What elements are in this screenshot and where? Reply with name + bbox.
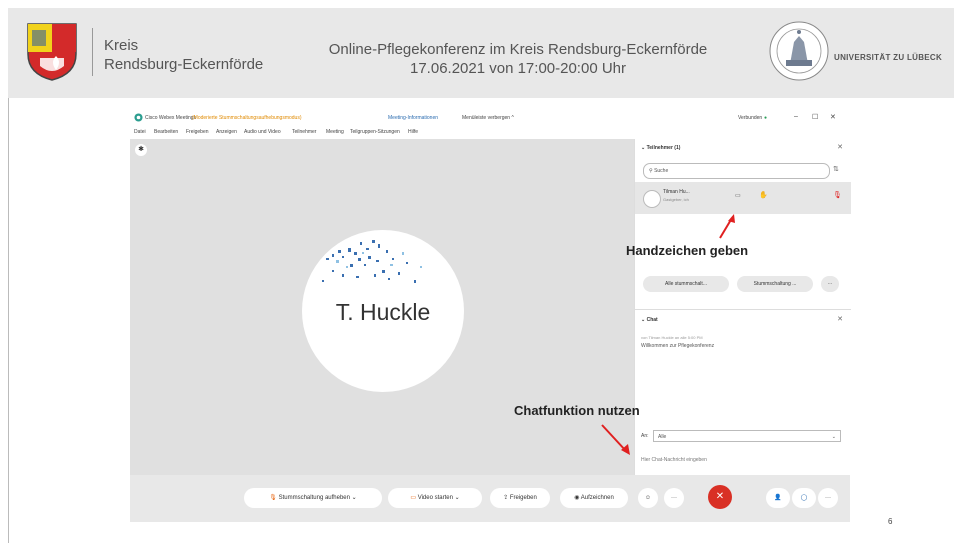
chat-to-label: An: (641, 433, 649, 439)
search-placeholder: Suche (654, 168, 669, 174)
chat-message-text: Willkommen zur Pflegekonferenz (641, 343, 715, 349)
raise-hand-icon[interactable]: ✋ (759, 191, 768, 199)
video-stage: ✱ T. Huckle (130, 139, 634, 475)
reactions-button[interactable]: ☺ (638, 488, 658, 508)
participant-avatar: T. Huckle (302, 230, 464, 392)
meeting-control-bar: 🎙 Stummschaltung aufheben ⌄ ▭ Video star… (130, 475, 850, 522)
panel-divider (635, 309, 851, 310)
university-name: UNIVERSITÄT ZU LÜBECK (834, 53, 943, 62)
conference-title: Online-Pflegekonferenz im Kreis Rendsbur… (328, 41, 708, 58)
ellipsis-icon: ··· (825, 495, 831, 501)
side-panel: ⌄ Teilnehmer (1) ✕ ⚲ Suche ⇅ Tilman Hu..… (634, 139, 851, 475)
chevron-down-icon: ⌄ (454, 495, 460, 501)
share-label: Freigeben (509, 495, 537, 501)
participants-panel-title: ⌄ Teilnehmer (1) (641, 145, 681, 151)
chat-title-text: Chat (646, 317, 658, 323)
menu-bar: Datei Bearbeiten Freigeben Anzeigen Audi… (130, 125, 850, 139)
unmute-all-button[interactable]: Stummschaltung ... (737, 276, 813, 292)
participant-display-name: T. Huckle (335, 299, 431, 325)
title-bar: Cisco Webex Meetings (Moderierte Stummsc… (130, 110, 850, 125)
webex-window: Cisco Webex Meetings (Moderierte Stummsc… (130, 110, 851, 522)
panel-more-button[interactable]: ··· (818, 488, 838, 508)
district-line-1: Kreis (104, 37, 139, 54)
start-video-button[interactable]: ▭ Video starten ⌄ (388, 488, 482, 508)
smiley-icon: ☺ (644, 495, 652, 501)
connection-status: Verbunden (738, 115, 763, 121)
chat-toggle-button[interactable]: ◯ (792, 488, 816, 508)
slide-header: Kreis Rendsburg-Eckernförde Online-Pfleg… (8, 8, 954, 98)
participant-video-icon: ▭ (735, 193, 741, 199)
menu-help[interactable]: Hilfe (408, 129, 418, 135)
share-icon: ⇪ (503, 495, 509, 501)
chat-bubble-icon: ◯ (800, 495, 808, 501)
menu-participants[interactable]: Teilnehmer (292, 129, 316, 135)
menu-breakout[interactable]: Teilgruppen-Sitzungen (350, 129, 400, 135)
conference-date: 17.06.2021 von 17:00-20:00 Uhr (410, 60, 626, 77)
district-line-2: Rendsburg-Eckernförde (104, 56, 264, 73)
menu-meeting[interactable]: Meeting (326, 129, 344, 135)
meeting-info-button[interactable]: Meeting-Informationen (388, 115, 438, 121)
ellipsis-icon: ··· (671, 495, 677, 501)
unmute-label: Stummschaltung aufheben (278, 495, 350, 501)
maximize-button[interactable]: ☐ (812, 113, 818, 121)
participant-search-input[interactable]: ⚲ Suche (643, 163, 830, 179)
search-icon: ⚲ (649, 168, 653, 174)
video-off-icon: ▭ (410, 495, 417, 501)
coat-of-arms-icon (27, 23, 77, 81)
chevron-down-icon: ⌄ (351, 495, 357, 501)
person-icon: 👤 (774, 495, 782, 501)
chat-message-meta: von Tilman Huckle an alle 5:00 PM (641, 335, 703, 340)
pin-icon[interactable]: ✱ (135, 144, 147, 156)
sort-icon[interactable]: ⇅ (833, 165, 839, 173)
hide-menu-button[interactable]: Menüleiste verbergen ^ (462, 115, 514, 121)
mute-all-button[interactable]: Alle stummschalt... (643, 276, 729, 292)
close-window-button[interactable]: ✕ (830, 113, 836, 121)
raise-hand-annotation: Handzeichen geben (626, 243, 749, 258)
start-video-label: Video starten (417, 495, 453, 501)
participant-row[interactable]: Tilman Hu... Gastgeber, ich ▭ ✋ 🎙 (635, 182, 851, 214)
close-participants-icon[interactable]: ✕ (837, 143, 843, 151)
participant-mic-muted-icon[interactable]: 🎙 (833, 191, 842, 199)
minimize-button[interactable]: – (794, 113, 798, 120)
participant-role: Gastgeber, ich (663, 197, 689, 202)
chevron-down-icon: ⌄ (831, 434, 836, 440)
chat-panel-title: ⌄ Chat (641, 317, 658, 323)
participants-toggle-button[interactable]: 👤 (766, 488, 790, 508)
microphone-muted-icon: 🎙 (269, 495, 277, 501)
close-chat-icon[interactable]: ✕ (837, 315, 843, 323)
menu-audio-video[interactable]: Audio und Video (244, 129, 281, 135)
header-divider (92, 28, 93, 76)
chat-recipient-value: Alle (658, 434, 667, 440)
chat-recipient-select[interactable]: Alle ⌄ (653, 430, 841, 442)
district-name: Kreis Rendsburg-Eckernförde (104, 36, 263, 74)
menu-view[interactable]: Anzeigen (216, 129, 237, 135)
chat-function-annotation: Chatfunktion nutzen (514, 403, 640, 418)
end-meeting-button[interactable]: ✕ (708, 485, 732, 509)
menu-edit[interactable]: Bearbeiten (154, 129, 178, 135)
app-title: Cisco Webex Meetings (145, 115, 197, 121)
menu-share[interactable]: Freigeben (186, 129, 209, 135)
more-options-button[interactable]: ··· (664, 488, 684, 508)
chat-message-input[interactable]: Hier Chat-Nachricht eingeben (641, 457, 707, 463)
record-button[interactable]: ◉ Aufzeichnen (560, 488, 628, 508)
menu-file[interactable]: Datei (134, 129, 146, 135)
conference-info: Online-Pflegekonferenz im Kreis Rendsbur… (298, 40, 738, 78)
participant-name: Tilman Hu... (663, 189, 690, 195)
participants-title-text: Teilnehmer (1) (646, 145, 681, 151)
record-label: Aufzeichnen (580, 495, 614, 501)
webex-logo-icon (134, 113, 143, 122)
participants-more-button[interactable]: ··· (821, 276, 839, 292)
participant-avatar-icon (643, 190, 661, 208)
share-button[interactable]: ⇪ Freigeben (490, 488, 550, 508)
unmute-button[interactable]: 🎙 Stummschaltung aufheben ⌄ (244, 488, 382, 508)
connection-dot-icon: ● (764, 115, 768, 121)
page-number: 6 (888, 517, 893, 526)
record-icon: ◉ (574, 495, 580, 501)
meeting-mode: (Moderierte Stummschaltungsaufhebungsmod… (192, 115, 302, 121)
university-seal-icon (769, 21, 829, 81)
